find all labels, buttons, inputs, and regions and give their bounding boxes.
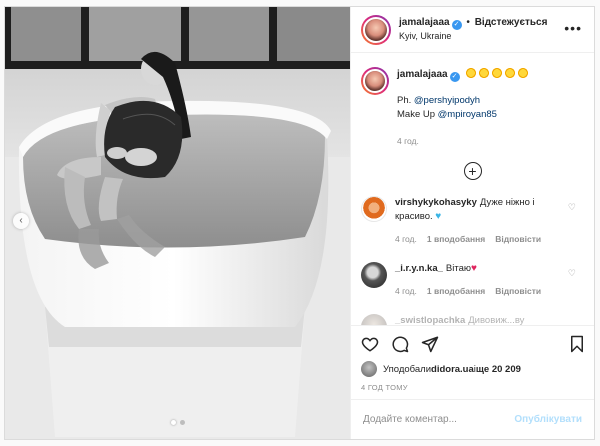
comment-item: virshykykohasyky Дуже ніжно і красиво. ♥ …: [361, 196, 584, 246]
comment-text: Дивовиж...ву: [468, 315, 525, 325]
comment-like-heart-icon[interactable]: ♡: [568, 268, 576, 279]
caption-time[interactable]: 4 год.: [397, 134, 529, 148]
post-side-panel: jamalajaaa ✓ • Відстежується Kyiv, Ukrain…: [351, 7, 594, 439]
sun-emoji-icon: [465, 67, 530, 79]
verified-badge-icon: ✓: [451, 20, 462, 30]
post-header: jamalajaaa ✓ • Відстежується Kyiv, Ukrain…: [351, 7, 594, 53]
carousel-dot[interactable]: [179, 420, 185, 425]
comment-like-heart-icon[interactable]: ♡: [568, 202, 576, 213]
photo-artwork: [5, 7, 350, 439]
comment-item: _i.r.y.n.ka_ Вітаю♥ 4 год. 1 вподобання В…: [361, 262, 584, 298]
caption-credit-makeup: Make Up @mpiroyan85: [397, 109, 497, 120]
comment-likes-count[interactable]: 1 вподобання: [427, 284, 485, 298]
liker-avatar[interactable]: [361, 361, 377, 377]
post-caption: jamalajaaa ✓ Ph. @pershyipodyh Make Up @m…: [361, 67, 584, 148]
author-username[interactable]: jamalajaaa: [399, 17, 450, 28]
author-avatar[interactable]: [361, 14, 391, 45]
heart-icon[interactable]: [359, 333, 381, 355]
commenter-username[interactable]: virshykykohasyky: [395, 197, 477, 208]
post-comment-button[interactable]: Опублікувати: [514, 414, 582, 425]
carousel-prev-arrow-icon[interactable]: ‹: [13, 213, 29, 229]
likes-summary: Уподобали didora.ua і ще 20 209: [351, 361, 594, 377]
commenter-username[interactable]: _i.r.y.n.ka_: [395, 263, 443, 274]
likes-count-link[interactable]: ще 20 209: [476, 364, 521, 375]
comment-item: _swistlopachka Дивовиж...ву: [361, 314, 584, 325]
caption-credit-photo: Ph. @pershyipodyh: [397, 95, 481, 106]
comment-text: Вітаю: [445, 263, 471, 274]
add-comment-form: Додайте коментар... Опублікувати: [351, 399, 594, 439]
commenter-avatar[interactable]: [361, 196, 387, 222]
comment-input[interactable]: Додайте коментар...: [363, 414, 514, 425]
carousel-dot[interactable]: [170, 420, 176, 425]
commenter-avatar[interactable]: [361, 314, 387, 325]
mention-link[interactable]: @pershyipodyh: [414, 95, 480, 106]
comment-time[interactable]: 4 год.: [395, 232, 417, 246]
comments-list: jamalajaaa ✓ Ph. @pershyipodyh Make Up @m…: [351, 53, 594, 325]
reply-button[interactable]: Відповісти: [495, 284, 541, 298]
mention-link[interactable]: @mpiroyan85: [438, 109, 497, 120]
post-time-ago[interactable]: 4 ГОД ТОМУ: [351, 377, 594, 399]
following-button[interactable]: Відстежується: [475, 17, 548, 28]
action-bar: [351, 325, 594, 361]
location-link[interactable]: Kyiv, Ukraine: [399, 30, 547, 43]
post-photo[interactable]: ‹: [5, 7, 351, 439]
carousel-dots: [5, 420, 350, 425]
caption-username[interactable]: jamalajaaa: [397, 69, 448, 80]
red-heart-icon: ♥: [471, 263, 477, 274]
reply-button[interactable]: Відповісти: [495, 232, 541, 246]
plus-circle-icon[interactable]: +: [463, 162, 482, 180]
commenter-username[interactable]: _swistlopachka: [395, 315, 465, 325]
share-icon[interactable]: [419, 333, 441, 355]
bookmark-icon[interactable]: [566, 333, 588, 355]
liker-username[interactable]: didora.ua: [431, 364, 474, 375]
instagram-post: ‹ jamalajaaa ✓ • Відстежується Kyiv, Ukra…: [4, 6, 595, 440]
blue-heart-icon: ♥: [435, 211, 442, 222]
header-separator: •: [466, 17, 470, 28]
more-horizontal-icon[interactable]: •••: [564, 21, 582, 35]
commenter-avatar[interactable]: [361, 262, 387, 288]
comment-time[interactable]: 4 год.: [395, 284, 417, 298]
comment-icon[interactable]: [389, 333, 411, 355]
comment-likes-count[interactable]: 1 вподобання: [427, 232, 485, 246]
caption-avatar[interactable]: [361, 67, 389, 95]
verified-badge-icon: ✓: [449, 72, 460, 82]
